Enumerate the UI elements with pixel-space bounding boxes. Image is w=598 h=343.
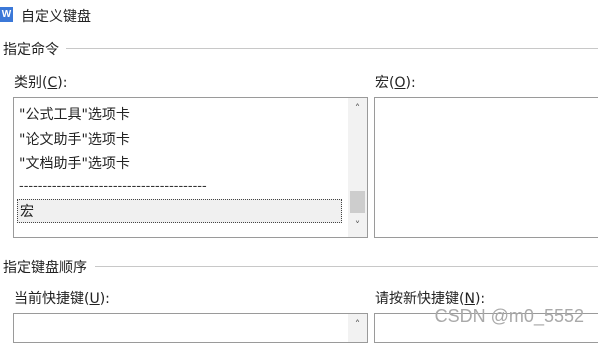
macro-label: 宏(O): (375, 75, 416, 91)
category-listbox[interactable]: "公式工具"选项卡 "论文助手"选项卡 "文档助手"选项卡 ----------… (13, 97, 368, 238)
current-shortcut-label: 当前快捷键(U): (14, 291, 110, 307)
window-title: 自定义键盘 (21, 9, 91, 25)
list-item[interactable]: "论文助手"选项卡 (19, 129, 130, 149)
new-shortcut-label: 请按新快捷键(N): (375, 291, 486, 307)
scroll-down-icon[interactable]: ˅ (349, 217, 366, 234)
section-title-keyboard-order: 指定键盘顺序 (3, 257, 87, 277)
current-shortcut-listbox[interactable]: ˄ (13, 313, 368, 343)
macro-listbox[interactable] (374, 97, 598, 238)
section-title-command: 指定命令 (3, 39, 59, 59)
section-divider (95, 266, 598, 267)
list-item-selected[interactable]: 宏 (17, 199, 342, 223)
watermark-text: CSDN @m0_5552 (434, 306, 584, 326)
scroll-up-icon[interactable]: ˄ (349, 100, 366, 117)
category-label: 类别(C): (14, 75, 68, 91)
section-divider (66, 48, 598, 49)
wps-writer-icon: W (0, 7, 13, 22)
title-bar: W 自定义键盘 (0, 0, 598, 30)
vertical-scrollbar[interactable]: ˄ ˅ (348, 98, 367, 237)
scroll-thumb[interactable] (350, 191, 365, 213)
list-item[interactable]: "公式工具"选项卡 (19, 104, 130, 124)
vertical-scrollbar[interactable]: ˄ (348, 314, 367, 342)
scroll-up-icon[interactable]: ˄ (349, 316, 366, 333)
list-item[interactable]: "文档助手"选项卡 (19, 153, 130, 173)
list-separator: ---------------------------------------- (19, 179, 207, 194)
